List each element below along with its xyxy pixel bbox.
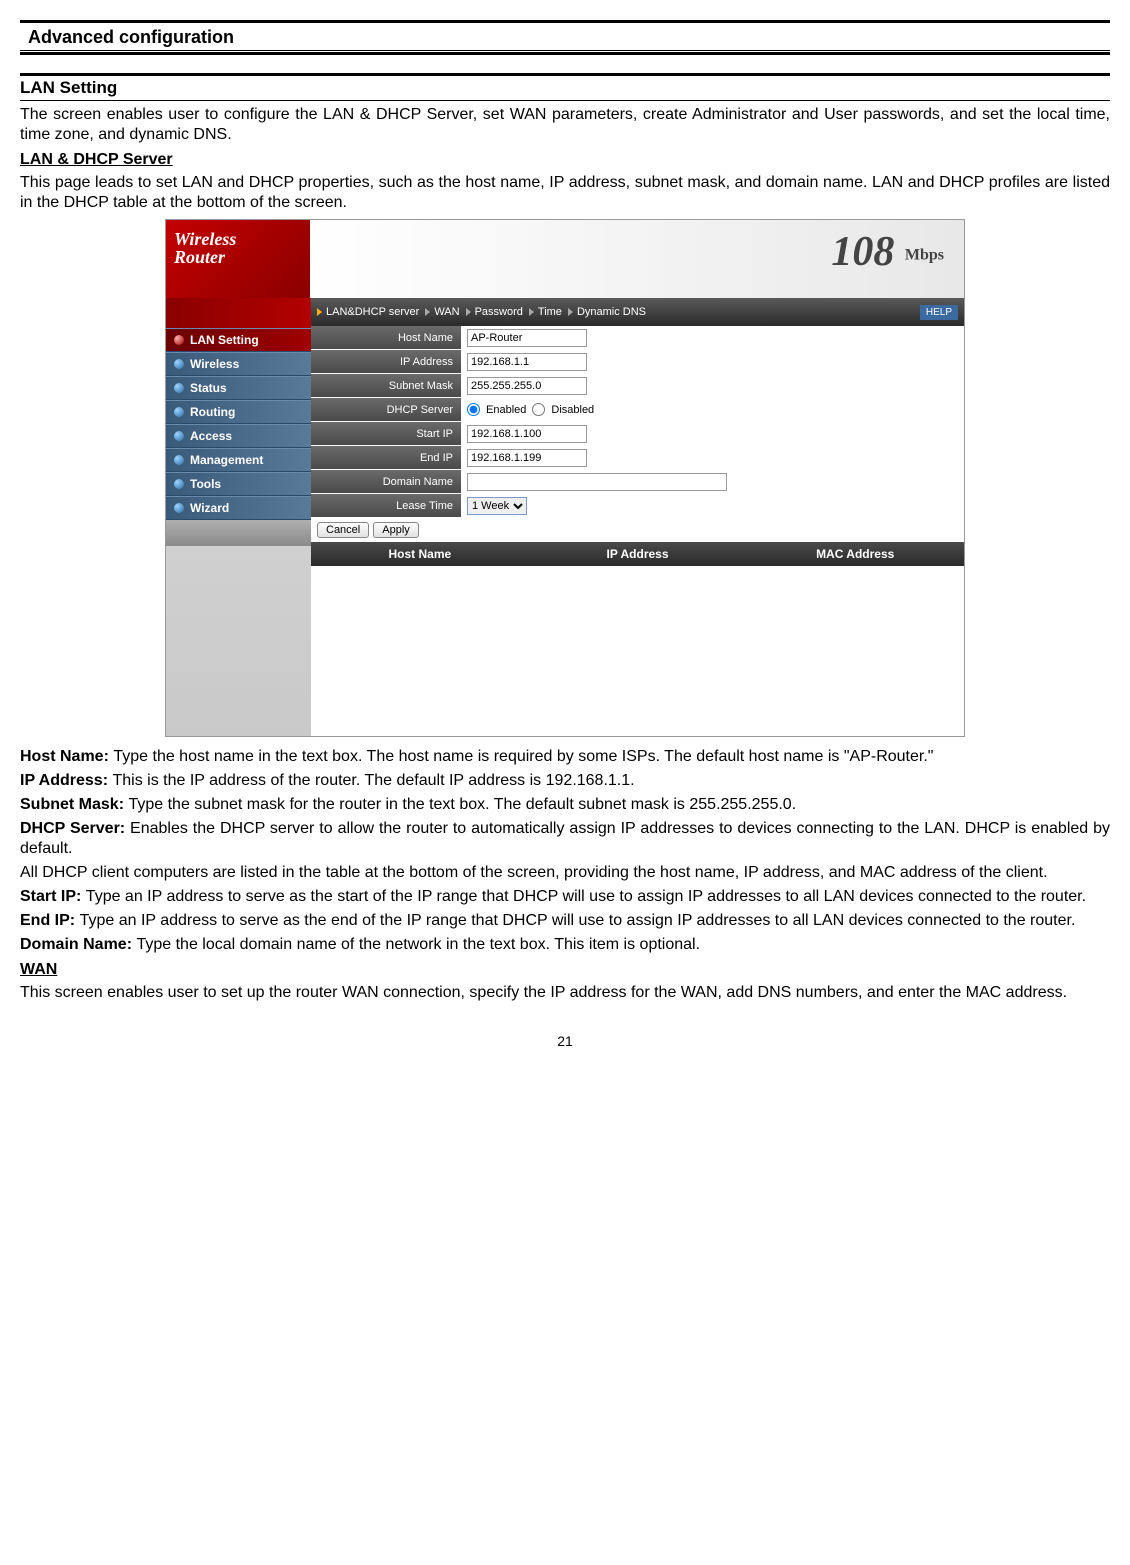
radio-dhcp-enabled[interactable] (467, 403, 480, 416)
router-screenshot: Wireless Router 108 Mbps LAN Setting Wir… (165, 219, 965, 737)
input-end-ip[interactable] (467, 449, 587, 467)
tab-bar: LAN&DHCP server WAN Password Time Dynami… (311, 298, 964, 326)
col-mac-address: MAC Address (746, 547, 964, 561)
input-start-ip[interactable] (467, 425, 587, 443)
sidebar-item-label: Tools (190, 477, 221, 491)
sidebar-item-label: Status (190, 381, 227, 395)
col-host-name: Host Name (311, 547, 529, 561)
sidebar-item-access[interactable]: Access (166, 424, 311, 448)
label-subnet-mask: Subnet Mask (311, 374, 461, 397)
bullet-icon (174, 503, 184, 513)
para-ip-address: IP Address: This is the IP address of th… (20, 771, 1110, 791)
dhcp-table-body (311, 566, 964, 736)
page-number: 21 (20, 1033, 1110, 1049)
lan-dhcp-description: This page leads to set LAN and DHCP prop… (20, 173, 1110, 213)
heading-lan-setting: LAN Setting (20, 76, 1110, 100)
sidebar-item-label: Wizard (190, 501, 229, 515)
label-start-ip: Start IP (311, 422, 461, 445)
input-subnet-mask[interactable] (467, 377, 587, 395)
thick-rule-top (20, 20, 1110, 23)
label-domain-name: Domain Name (311, 470, 461, 493)
label-enabled: Enabled (486, 404, 526, 416)
para-domain-name: Domain Name: Type the local domain name … (20, 935, 1110, 955)
heading-lan-dhcp: LAN & DHCP Server (20, 151, 1110, 169)
tab-password[interactable]: Password (466, 306, 523, 318)
apply-button[interactable]: Apply (373, 522, 419, 538)
label-dhcp-server: DHCP Server (311, 398, 461, 421)
triangle-icon (317, 308, 322, 316)
cancel-button[interactable]: Cancel (317, 522, 369, 538)
label-host-name: Host Name (311, 326, 461, 349)
label-end-ip: End IP (311, 446, 461, 469)
label-disabled: Disabled (551, 404, 594, 416)
input-domain-name[interactable] (467, 473, 727, 491)
heading-wan: WAN (20, 961, 1110, 979)
sidebar-item-label: Wireless (190, 357, 239, 371)
triangle-icon (466, 308, 471, 316)
para-wan: This screen enables user to set up the r… (20, 983, 1110, 1003)
sidebar-item-wizard[interactable]: Wizard (166, 496, 311, 520)
tab-wan[interactable]: WAN (425, 306, 459, 318)
sidebar-item-label: Management (190, 453, 263, 467)
intro-paragraph: The screen enables user to configure the… (20, 105, 1110, 145)
speed-logo: 108 Mbps (831, 228, 944, 276)
para-host-name: Host Name: Type the host name in the tex… (20, 747, 1110, 767)
label-ip-address: IP Address (311, 350, 461, 373)
bullet-icon (174, 479, 184, 489)
thick-rule (20, 52, 1110, 55)
tab-dynamic-dns[interactable]: Dynamic DNS (568, 306, 646, 318)
thin-rule (20, 50, 1110, 51)
bullet-icon (174, 455, 184, 465)
input-host-name[interactable] (467, 329, 587, 347)
bullet-icon (174, 335, 184, 345)
select-lease-time[interactable]: 1 Week (467, 497, 527, 515)
triangle-icon (529, 308, 534, 316)
tab-time[interactable]: Time (529, 306, 562, 318)
bullet-icon (174, 407, 184, 417)
dhcp-table-header: Host Name IP Address MAC Address (311, 542, 964, 566)
section-header: Advanced configuration (20, 25, 1110, 50)
para-end-ip: End IP: Type an IP address to serve as t… (20, 911, 1110, 931)
router-banner: Wireless Router 108 Mbps (166, 220, 964, 298)
para-dhcp-server: DHCP Server: Enables the DHCP server to … (20, 819, 1110, 859)
para-subnet-mask: Subnet Mask: Type the subnet mask for th… (20, 795, 1110, 815)
sidebar-item-lan-setting[interactable]: LAN Setting (166, 328, 311, 352)
sidebar-item-label: Routing (190, 405, 235, 419)
tab-lan-dhcp[interactable]: LAN&DHCP server (317, 306, 419, 318)
sidebar-item-tools[interactable]: Tools (166, 472, 311, 496)
label-lease-time: Lease Time (311, 494, 461, 517)
sidebar-item-label: Access (190, 429, 232, 443)
bullet-icon (174, 359, 184, 369)
brand-logo: Wireless Router (166, 220, 310, 298)
sidebar-item-label: LAN Setting (190, 333, 259, 347)
sidebar-item-wireless[interactable]: Wireless (166, 352, 311, 376)
help-button[interactable]: HELP (920, 305, 958, 320)
bullet-icon (174, 383, 184, 393)
sidebar-item-routing[interactable]: Routing (166, 400, 311, 424)
triangle-icon (425, 308, 430, 316)
sidebar-item-status[interactable]: Status (166, 376, 311, 400)
sidebar-item-management[interactable]: Management (166, 448, 311, 472)
radio-dhcp-disabled[interactable] (532, 403, 545, 416)
triangle-icon (568, 308, 573, 316)
para-dhcp-note: All DHCP client computers are listed in … (20, 863, 1110, 883)
sidebar: LAN Setting Wireless Status Routing Acce… (166, 298, 311, 736)
input-ip-address[interactable] (467, 353, 587, 371)
col-ip-address: IP Address (529, 547, 747, 561)
bullet-icon (174, 431, 184, 441)
para-start-ip: Start IP: Type an IP address to serve as… (20, 887, 1110, 907)
